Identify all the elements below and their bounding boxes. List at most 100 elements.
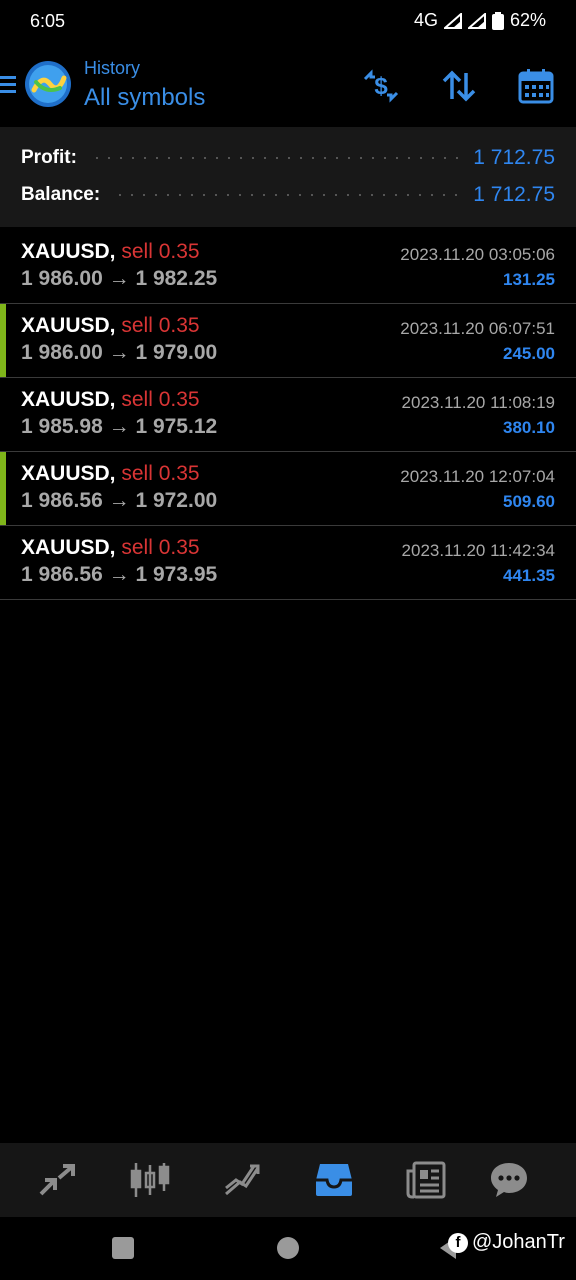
quotes-icon xyxy=(39,1164,75,1196)
nav-history[interactable] xyxy=(314,1160,354,1200)
nav-chart[interactable] xyxy=(130,1160,170,1200)
deal-accent-bar xyxy=(0,304,6,377)
system-navigation: f @JohanTr xyxy=(0,1217,576,1280)
dotted-leader xyxy=(90,157,460,159)
close-price: 1 972.00 xyxy=(135,489,218,512)
signal-icon xyxy=(443,12,462,29)
deal-row[interactable]: XAUUSD, sell 0.35 1 986.00 → 1 982.25 20… xyxy=(0,230,576,304)
price-arrow: → xyxy=(108,341,130,364)
deal-time: 2023.11.20 11:08:19 xyxy=(401,393,555,412)
profit-value: 1 712.75 xyxy=(473,146,555,169)
deal-profit: 245.00 xyxy=(503,344,555,363)
deal-header: XAUUSD, sell 0.35 xyxy=(21,314,200,338)
deal-header: XAUUSD, sell 0.35 xyxy=(21,388,200,412)
deal-row[interactable]: XAUUSD, sell 0.35 1 986.00 → 1 979.00 20… xyxy=(0,304,576,378)
recents-button[interactable] xyxy=(112,1237,134,1259)
metatrader-logo[interactable] xyxy=(24,60,72,108)
deal-time: 2023.11.20 12:07:04 xyxy=(400,467,555,486)
price-arrow: → xyxy=(108,489,130,512)
open-price: 1 986.56 xyxy=(21,563,103,586)
status-icons: 4G 62% xyxy=(414,10,546,31)
deal-time: 2023.11.20 11:42:34 xyxy=(401,541,555,560)
deal-symbol: XAUUSD, xyxy=(21,536,116,559)
open-price: 1 985.98 xyxy=(21,415,103,438)
watermark-text: @JohanTr xyxy=(472,1231,565,1253)
price-arrow: → xyxy=(108,415,130,438)
deal-type: sell 0.35 xyxy=(121,388,200,411)
deal-row[interactable]: XAUUSD, sell 0.35 1 986.56 → 1 972.00 20… xyxy=(0,452,576,526)
deal-time: 2023.11.20 03:05:06 xyxy=(400,245,555,264)
status-bar: 6:05 4G 62% xyxy=(0,0,576,44)
price-arrow: → xyxy=(108,267,130,290)
deal-row[interactable]: XAUUSD, sell 0.35 1 985.98 → 1 975.12 20… xyxy=(0,378,576,452)
deal-prices: 1 986.00 → 1 979.00 xyxy=(21,341,217,365)
balance-row: Balance: 1 712.75 xyxy=(21,181,555,209)
history-summary: Profit: 1 712.75 Balance: 1 712.75 xyxy=(0,127,576,227)
deal-header: XAUUSD, sell 0.35 xyxy=(21,536,200,560)
deal-accent-bar xyxy=(0,452,6,525)
deal-time: 2023.11.20 06:07:51 xyxy=(400,319,555,338)
profit-label: Profit: xyxy=(21,147,77,168)
deal-prices: 1 986.56 → 1 973.95 xyxy=(21,563,217,587)
history-icon xyxy=(316,1164,352,1196)
balance-value: 1 712.75 xyxy=(473,183,555,206)
deposit-currency-icon: $ xyxy=(363,69,399,103)
close-price: 1 973.95 xyxy=(135,563,218,586)
network-type: 4G xyxy=(413,10,438,30)
deal-header: XAUUSD, sell 0.35 xyxy=(21,240,200,264)
header-title[interactable]: All symbols xyxy=(84,84,205,112)
deal-type: sell 0.35 xyxy=(121,536,200,559)
open-price: 1 986.56 xyxy=(21,489,103,512)
status-time: 6:05 xyxy=(30,11,66,31)
deals-list: XAUUSD, sell 0.35 1 986.00 → 1 982.25 20… xyxy=(0,230,576,600)
chat-icon xyxy=(491,1163,527,1197)
deal-profit: 509.60 xyxy=(503,492,555,511)
deal-profit: 380.10 xyxy=(503,418,555,437)
nav-chat[interactable] xyxy=(489,1160,529,1200)
close-price: 1 982.25 xyxy=(135,267,218,290)
deal-symbol: XAUUSD, xyxy=(21,462,116,485)
facebook-icon: f xyxy=(448,1232,468,1253)
battery-icon xyxy=(491,11,504,30)
deal-symbol: XAUUSD, xyxy=(21,240,116,263)
sort-icon xyxy=(442,70,476,102)
nav-trade[interactable] xyxy=(222,1160,262,1200)
menu-icon[interactable] xyxy=(0,74,16,94)
deal-symbol: XAUUSD, xyxy=(21,314,116,337)
price-arrow: → xyxy=(108,563,130,586)
deal-symbol: XAUUSD, xyxy=(21,388,116,411)
open-price: 1 986.00 xyxy=(21,267,103,290)
calendar-button[interactable] xyxy=(516,66,556,106)
nav-quotes[interactable] xyxy=(37,1160,77,1200)
open-price: 1 986.00 xyxy=(21,341,103,364)
home-button[interactable] xyxy=(277,1237,299,1259)
signal-icon-secondary xyxy=(467,12,486,29)
chart-icon xyxy=(130,1163,170,1197)
deal-profit: 441.35 xyxy=(503,566,555,585)
deal-prices: 1 985.98 → 1 975.12 xyxy=(21,415,217,439)
bottom-navigation xyxy=(0,1143,576,1217)
news-icon xyxy=(406,1161,446,1199)
deal-type: sell 0.35 xyxy=(121,314,200,337)
watermark: f @JohanTr xyxy=(448,1231,565,1254)
close-price: 1 975.12 xyxy=(135,415,218,438)
nav-news[interactable] xyxy=(406,1160,446,1200)
dotted-leader xyxy=(114,194,460,196)
calendar-icon xyxy=(518,69,554,104)
app-header: History All symbols $ xyxy=(0,48,576,126)
deal-header: XAUUSD, sell 0.35 xyxy=(21,462,200,486)
deal-profit: 131.25 xyxy=(503,270,555,289)
close-price: 1 979.00 xyxy=(135,341,218,364)
trade-icon xyxy=(225,1164,260,1196)
battery-percent: 62% xyxy=(509,10,546,30)
deal-type: sell 0.35 xyxy=(121,462,200,485)
balance-label: Balance: xyxy=(21,184,101,205)
deposit-currency-button[interactable]: $ xyxy=(361,66,401,106)
deal-prices: 1 986.56 → 1 972.00 xyxy=(21,489,217,513)
deal-row[interactable]: XAUUSD, sell 0.35 1 986.56 → 1 973.95 20… xyxy=(0,526,576,600)
deal-prices: 1 986.00 → 1 982.25 xyxy=(21,267,217,291)
sort-button[interactable] xyxy=(439,66,479,106)
header-subtitle: History xyxy=(84,58,141,78)
svg-text:$: $ xyxy=(374,73,388,100)
deal-type: sell 0.35 xyxy=(121,240,200,263)
